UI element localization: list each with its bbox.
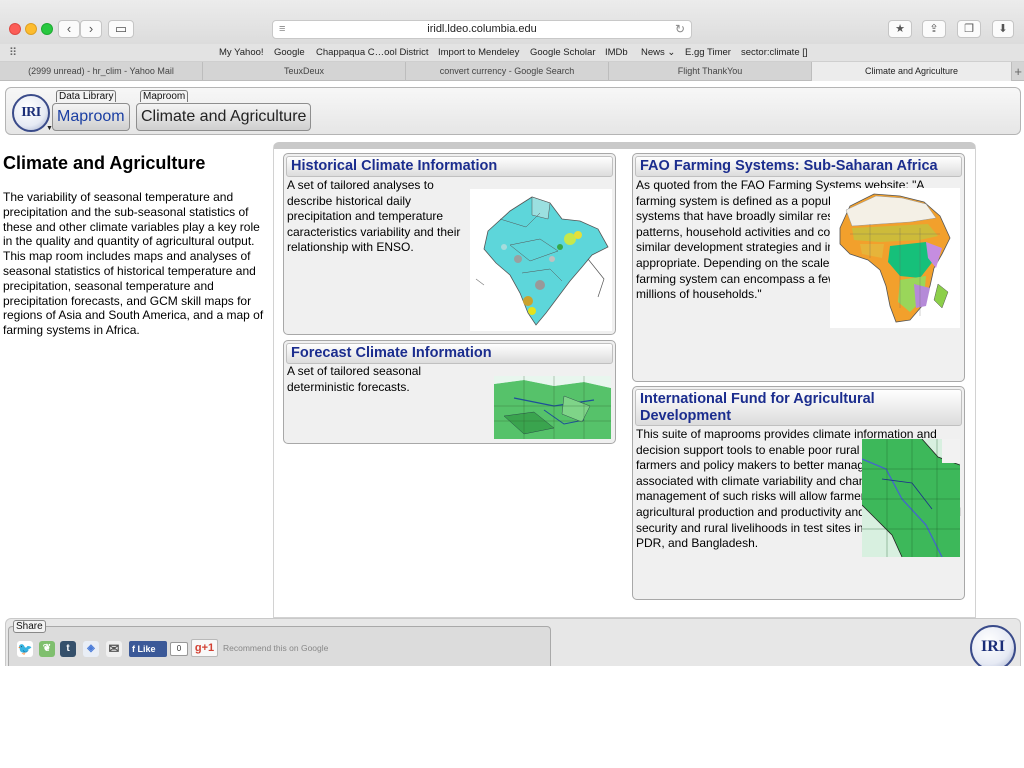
bookmark-item[interactable]: Chappaqua C…ool District <box>316 47 428 58</box>
bookmark-item[interactable]: News ⌄ <box>641 47 675 58</box>
india-map-thumbnail[interactable] <box>470 189 612 331</box>
new-tab-icon[interactable]: + <box>1014 62 1022 81</box>
iri-logo-icon[interactable]: IRI <box>12 94 50 132</box>
close-window-button[interactable] <box>9 23 21 35</box>
maproom-header: IRI ▼ Data Library Maproom Maproom Clima… <box>5 87 1021 135</box>
bookmark-item[interactable]: IMDb <box>605 47 628 58</box>
chevron-left-icon: ‹ <box>66 21 72 36</box>
south-asia-map-thumbnail[interactable] <box>494 376 611 439</box>
card-forecast-climate[interactable]: Forecast Climate Information A set of ta… <box>283 340 616 444</box>
email-icon[interactable]: ✉ <box>106 641 122 657</box>
evernote-icon[interactable]: ❦ <box>39 641 55 657</box>
browser-titlebar: ‹ › ▭ ≡ iridl.ldeo.columbia.edu ↻ ★ ⇪ ❐ … <box>0 0 1024 44</box>
star-icon: ★ <box>895 23 905 35</box>
card-title-link[interactable]: Historical Climate Information <box>286 156 613 177</box>
logo-text: IRI <box>980 638 1005 655</box>
card-fao-farming-systems[interactable]: FAO Farming Systems: Sub-Saharan Africa … <box>632 153 965 382</box>
tabs-overview-button[interactable]: ❐ <box>957 20 981 38</box>
reload-icon[interactable]: ↻ <box>675 21 685 38</box>
share-label: Share <box>13 620 46 633</box>
sidebar-toggle-button[interactable]: ▭ <box>108 20 134 38</box>
bookmarks-bar: ⠿ My Yahoo! Google Chappaqua C…ool Distr… <box>0 44 1024 62</box>
bookmark-item[interactable]: My Yahoo! <box>219 47 264 58</box>
share-panel: Share 🐦 ❦ t ◈ ✉ f Like 0 g+1 Recommend t… <box>8 620 551 666</box>
card-description: A set of tailored analyses to describe h… <box>287 178 461 255</box>
card-title-link[interactable]: Forecast Climate Information <box>286 343 613 364</box>
bookmark-item[interactable]: E.gg Timer <box>685 47 731 58</box>
bookmark-item[interactable]: sector:climate [] <box>741 47 808 58</box>
address-bar[interactable]: ≡ iridl.ldeo.columbia.edu ↻ <box>272 20 692 39</box>
google-plus-button[interactable]: g+1 <box>191 639 218 657</box>
maproom-breadcrumb-button[interactable]: Maproom <box>52 103 130 131</box>
card-historical-climate[interactable]: Historical Climate Information A set of … <box>283 153 616 335</box>
like-label: Like <box>137 644 156 654</box>
url-text: iridl.ldeo.columbia.edu <box>427 23 537 35</box>
twitter-icon[interactable]: 🐦 <box>17 641 33 657</box>
breadcrumb-label: Data Library <box>56 90 117 102</box>
zoom-window-button[interactable] <box>41 23 53 35</box>
chevron-right-icon: › <box>88 21 94 36</box>
bookmark-item[interactable]: Import to Mendeley <box>438 47 519 58</box>
recommend-text: Recommend this on Google <box>223 643 329 653</box>
facebook-icon: f <box>132 644 135 654</box>
browser-tab[interactable]: Flight ThankYou <box>609 62 812 81</box>
minimize-window-button[interactable] <box>25 23 37 35</box>
sidebar-icon: ▭ <box>114 21 128 36</box>
tumblr-icon[interactable]: t <box>60 641 76 657</box>
breadcrumb-label: Maproom <box>140 90 189 102</box>
africa-map-thumbnail[interactable] <box>830 188 960 328</box>
browser-tab-active[interactable]: Climate and Agriculture <box>812 62 1012 81</box>
browser-tab[interactable]: TeuxDeux <box>203 62 406 81</box>
footer-iri-logo-icon[interactable]: IRI <box>970 625 1016 666</box>
climate-agriculture-breadcrumb-button[interactable]: Climate and Agriculture <box>136 103 312 131</box>
laos-map-thumbnail[interactable] <box>862 439 960 557</box>
delicious-icon[interactable]: ◈ <box>83 641 99 657</box>
download-icon: ⬇ <box>998 23 1008 35</box>
bookmark-button[interactable]: ★ <box>888 20 912 38</box>
reader-icon[interactable]: ≡ <box>279 21 285 38</box>
card-title-link[interactable]: FAO Farming Systems: Sub-Saharan Africa <box>635 156 962 177</box>
tab-bar: (2999 unread) - hr_clim - Yahoo Mail Teu… <box>0 62 1024 81</box>
card-title-link[interactable]: International Fund for Agricultural Deve… <box>635 389 962 426</box>
bookmark-item[interactable]: Google Scholar <box>530 47 595 58</box>
share-page-button[interactable]: ⇪ <box>922 20 946 38</box>
forward-button[interactable]: › <box>80 20 102 38</box>
facebook-like-button[interactable]: f Like <box>129 641 167 657</box>
logo-text: IRI <box>21 105 41 120</box>
share-icon: ⇪ <box>929 23 939 35</box>
browser-tab[interactable]: (2999 unread) - hr_clim - Yahoo Mail <box>0 62 203 81</box>
browser-tab[interactable]: convert currency - Google Search <box>406 62 609 81</box>
intro-description: The variability of seasonal temperature … <box>3 190 264 338</box>
downloads-button[interactable]: ⬇ <box>992 20 1014 38</box>
tabs-icon: ❐ <box>964 23 974 35</box>
like-count: 0 <box>170 642 188 656</box>
back-button[interactable]: ‹ <box>58 20 80 38</box>
grid-icon[interactable]: ⠿ <box>9 46 17 59</box>
card-description: A set of tailored seasonal deterministic… <box>287 364 422 394</box>
bookmark-item[interactable]: Google <box>274 47 305 58</box>
page-title: Climate and Agriculture <box>3 153 206 173</box>
card-ifad[interactable]: International Fund for Agricultural Deve… <box>632 386 965 600</box>
